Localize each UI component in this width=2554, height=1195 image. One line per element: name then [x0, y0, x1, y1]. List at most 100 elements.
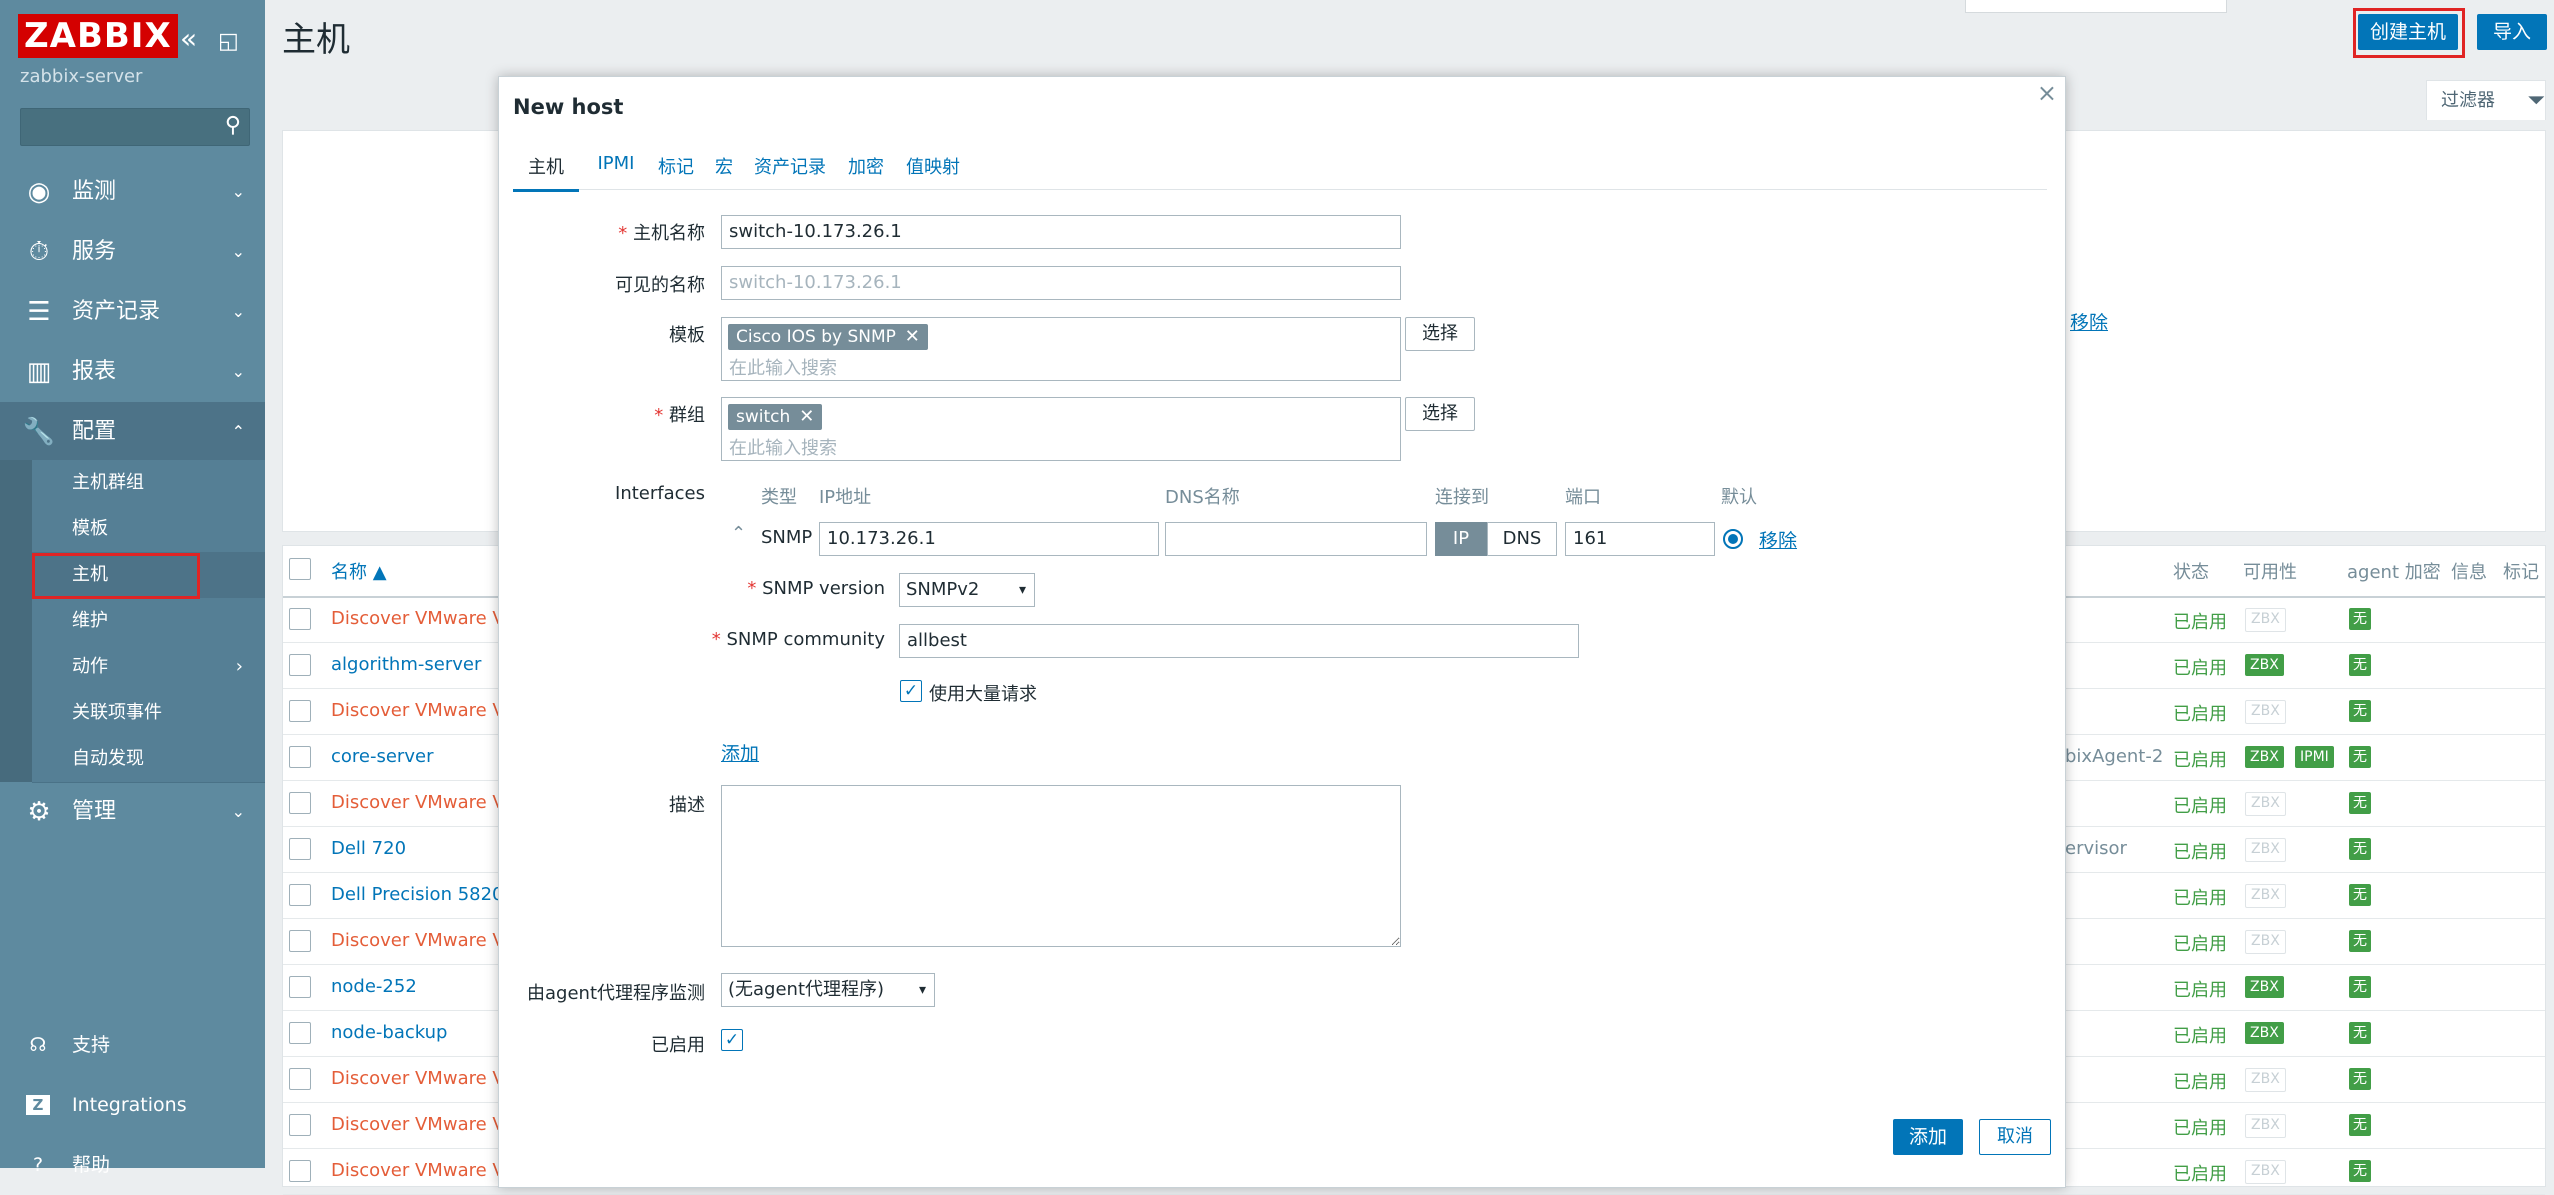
bulk-requests-checkbox[interactable]: ✓: [900, 680, 922, 702]
status-link[interactable]: 已启用: [2173, 1022, 2227, 1048]
add-button[interactable]: 添加: [1893, 1119, 1963, 1155]
sub-item-templates[interactable]: 模板: [32, 506, 265, 553]
tab-inventory[interactable]: 资产记录: [749, 153, 831, 189]
iface-remove-link[interactable]: 移除: [1759, 526, 1797, 553]
iface-port-input[interactable]: 161: [1565, 522, 1715, 556]
templates-select-button[interactable]: 选择: [1405, 317, 1475, 351]
remove-chip-icon[interactable]: ✕: [799, 404, 814, 430]
status-link[interactable]: 已启用: [2173, 608, 2227, 634]
nav-monitoring[interactable]: ◉ 监测 ⌄: [0, 162, 265, 222]
row-checkbox[interactable]: [289, 792, 311, 814]
nav-administration[interactable]: ⚙ 管理 ⌄: [0, 782, 265, 842]
status-link[interactable]: 已启用: [2173, 654, 2227, 680]
status-link[interactable]: 已启用: [2173, 792, 2227, 818]
sub-item-actions[interactable]: 动作 ›: [32, 644, 265, 691]
status-link[interactable]: 已启用: [2173, 1114, 2227, 1140]
select-all-checkbox[interactable]: [289, 558, 311, 580]
row-checkbox[interactable]: [289, 654, 311, 676]
row-checkbox[interactable]: [289, 838, 311, 860]
snmp-community-input[interactable]: allbest: [899, 624, 1579, 658]
templates-multiselect[interactable]: Cisco IOS by SNMP ✕ 在此输入搜索: [721, 317, 1401, 381]
groups-multiselect[interactable]: switch ✕ 在此输入搜索: [721, 397, 1401, 461]
connect-ip-toggle[interactable]: IP: [1435, 522, 1487, 556]
nav-reports[interactable]: ▥ 报表 ⌄: [0, 342, 265, 402]
import-button[interactable]: 导入: [2477, 14, 2547, 50]
tab-value-mapping[interactable]: 值映射: [901, 153, 965, 189]
enabled-checkbox[interactable]: ✓: [721, 1029, 743, 1051]
nav-help[interactable]: ? 帮助: [0, 1140, 265, 1190]
nav-configuration[interactable]: 🔧 配置 ⌃: [0, 402, 265, 462]
search-icon[interactable]: ⚲: [225, 113, 241, 138]
row-checkbox[interactable]: [289, 1022, 311, 1044]
status-link[interactable]: 已启用: [2173, 746, 2227, 772]
status-link[interactable]: 已启用: [2173, 838, 2227, 864]
description-textarea[interactable]: [721, 785, 1401, 947]
iface-dns-input[interactable]: [1165, 522, 1427, 556]
collapse-sidebar-icon[interactable]: «: [180, 22, 197, 55]
remove-chip-icon[interactable]: ✕: [905, 324, 920, 350]
proxy-select[interactable]: (无agent代理程序) ▾: [721, 973, 935, 1007]
groups-label-text: 群组: [669, 405, 705, 426]
sub-item-event-correlation[interactable]: 关联项事件: [32, 690, 265, 737]
tab-macros[interactable]: 宏: [711, 153, 737, 189]
iface-ip-input[interactable]: 10.173.26.1: [819, 522, 1159, 556]
row-checkbox[interactable]: [289, 1068, 311, 1090]
status-link[interactable]: 已启用: [2173, 1068, 2227, 1094]
sub-item-host-groups[interactable]: 主机群组: [32, 460, 265, 507]
status-link[interactable]: 已启用: [2173, 1160, 2227, 1186]
tab-encryption[interactable]: 加密: [843, 153, 889, 189]
kiosk-mode-icon[interactable]: ◱: [218, 29, 239, 54]
host-name-link[interactable]: Discover VMware VM: [331, 930, 520, 951]
visible-name-input[interactable]: switch-10.173.26.1: [721, 266, 1401, 300]
column-name[interactable]: 名称 ▲: [331, 558, 387, 584]
add-interface-link[interactable]: 添加: [721, 739, 759, 766]
status-link[interactable]: 已启用: [2173, 884, 2227, 910]
tab-host[interactable]: 主机: [513, 153, 579, 192]
sub-item-discovery[interactable]: 自动发现: [32, 736, 265, 783]
zabbix-logo[interactable]: ZABBIX: [18, 14, 178, 58]
chevron-up-icon[interactable]: ⌃: [731, 523, 746, 544]
host-name-link[interactable]: node-backup: [331, 1022, 447, 1043]
filter-tab[interactable]: 过滤器 ⏷: [2426, 80, 2546, 120]
connect-dns-toggle[interactable]: DNS: [1487, 522, 1557, 556]
sub-item-maintenance[interactable]: 维护: [32, 598, 265, 645]
host-name-link[interactable]: Discover VMware VM: [331, 792, 520, 813]
tab-ipmi[interactable]: IPMI: [589, 153, 643, 189]
nav-integrations[interactable]: Z Integrations: [0, 1080, 265, 1130]
host-name-link[interactable]: algorithm-server: [331, 654, 481, 675]
filter-remove-link[interactable]: 移除: [2070, 308, 2108, 335]
host-name-link[interactable]: Discover VMware VM: [331, 1114, 520, 1135]
nav-inventory[interactable]: ☰ 资产记录 ⌄: [0, 282, 265, 342]
row-checkbox[interactable]: [289, 608, 311, 630]
host-name-link[interactable]: Discover VMware VM: [331, 1160, 520, 1181]
close-icon[interactable]: ×: [2037, 79, 2057, 107]
tab-tags[interactable]: 标记: [653, 153, 699, 189]
row-checkbox[interactable]: [289, 930, 311, 952]
host-name-link[interactable]: Discover VMware VM: [331, 608, 520, 629]
host-name-link[interactable]: Dell 720: [331, 838, 406, 859]
host-name-input[interactable]: switch-10.173.26.1: [721, 215, 1401, 249]
host-name-link[interactable]: Discover VMware VM: [331, 1068, 520, 1089]
row-checkbox[interactable]: [289, 700, 311, 722]
row-checkbox[interactable]: [289, 976, 311, 998]
host-name-link[interactable]: node-252: [331, 976, 417, 997]
host-name-link[interactable]: Discover VMware VM: [331, 700, 520, 721]
row-checkbox[interactable]: [289, 1160, 311, 1182]
status-link[interactable]: 已启用: [2173, 700, 2227, 726]
row-checkbox[interactable]: [289, 1114, 311, 1136]
host-name-link[interactable]: core-server: [331, 746, 433, 767]
column-status[interactable]: 状态: [2173, 558, 2209, 584]
status-link[interactable]: 已启用: [2173, 930, 2227, 956]
global-search-input[interactable]: [1965, 0, 2227, 13]
cancel-button[interactable]: 取消: [1979, 1119, 2051, 1155]
status-link[interactable]: 已启用: [2173, 976, 2227, 1002]
sidebar-search-input[interactable]: ⚲: [20, 108, 250, 146]
default-interface-radio[interactable]: [1723, 529, 1743, 549]
row-checkbox[interactable]: [289, 746, 311, 768]
nav-support[interactable]: ☊ 支持: [0, 1020, 265, 1070]
host-name-link[interactable]: Dell Precision 5820 T: [331, 884, 520, 905]
row-checkbox[interactable]: [289, 884, 311, 906]
nav-services[interactable]: ⏱ 服务 ⌄: [0, 222, 265, 282]
groups-select-button[interactable]: 选择: [1405, 397, 1475, 431]
snmp-version-select[interactable]: SNMPv2 ▾: [899, 573, 1035, 607]
